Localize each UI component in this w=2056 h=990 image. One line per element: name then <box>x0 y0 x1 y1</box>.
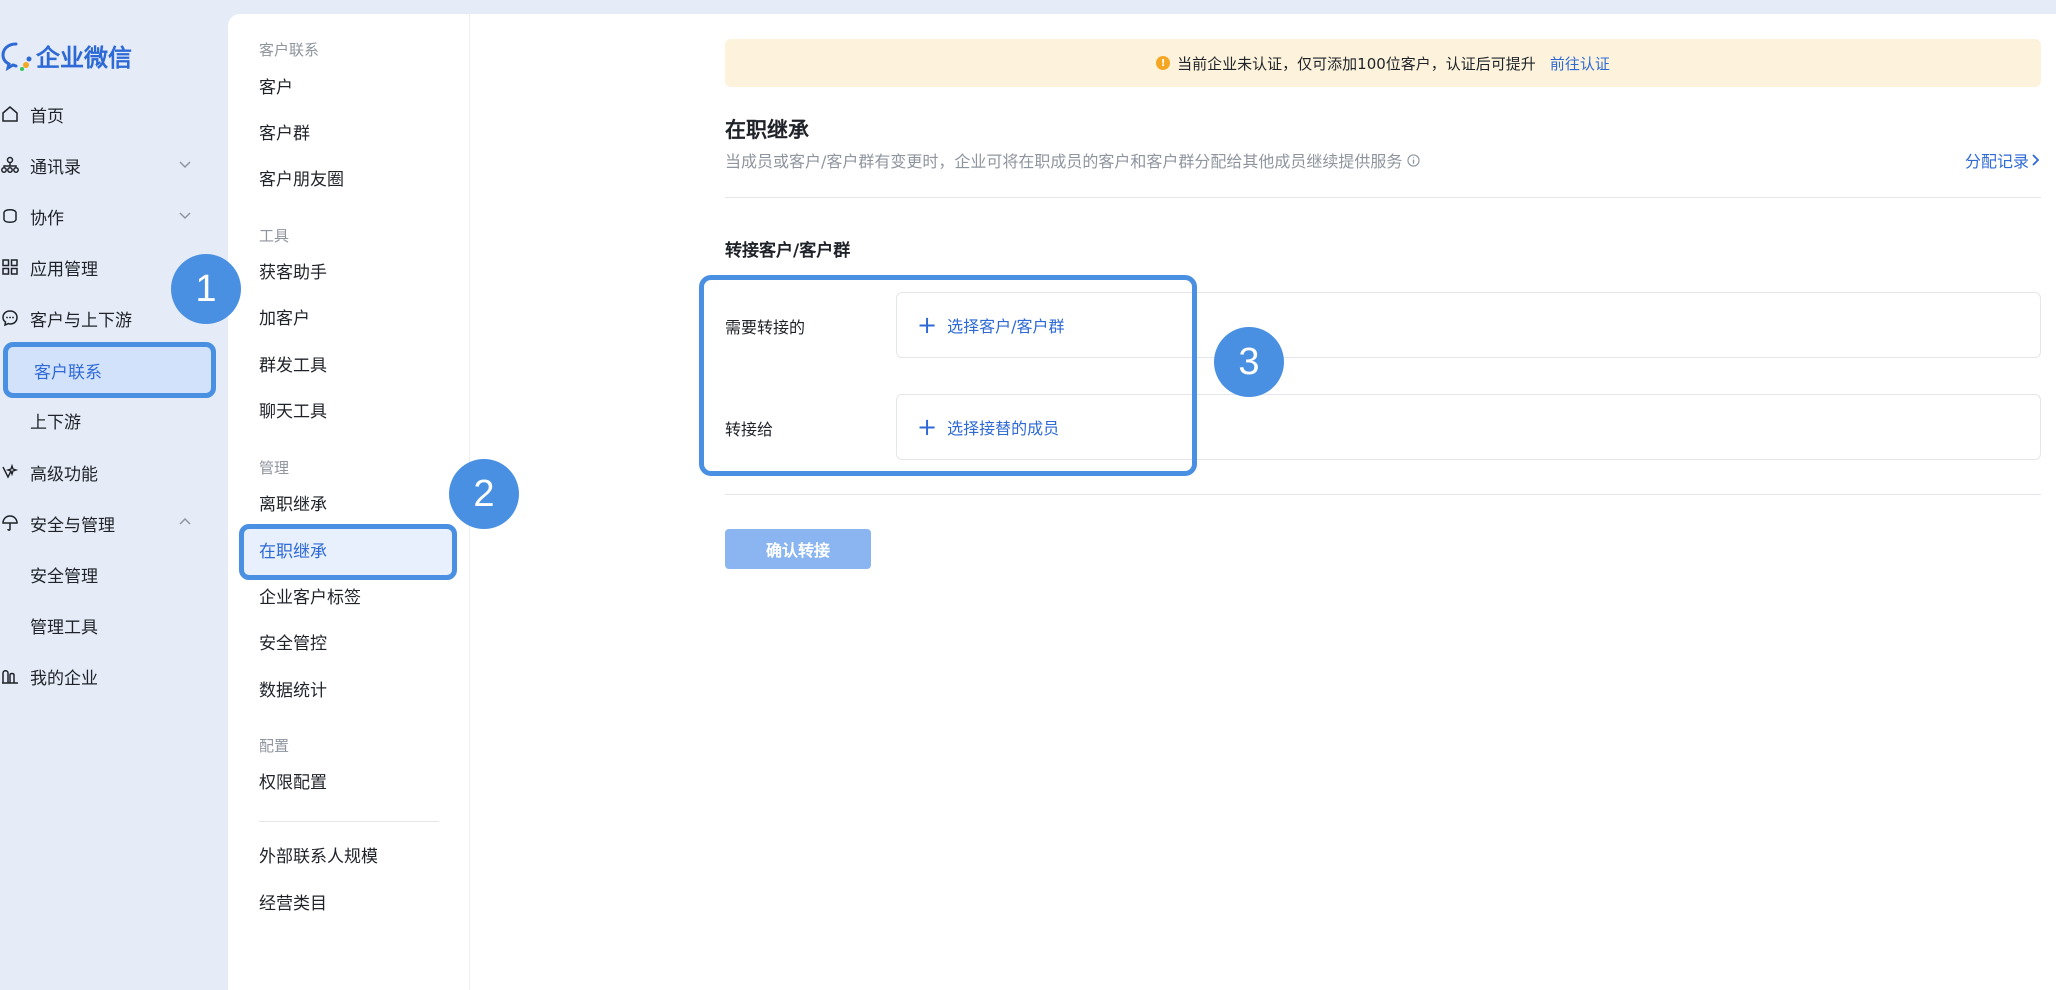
record-link-label: 分配记录 <box>1964 152 2029 171</box>
brand-name: 企业微信 <box>36 43 132 72</box>
sidebar-item-label: 安全与管理 <box>30 515 115 536</box>
subnav-item-tags[interactable]: 企业客户标签 <box>259 583 361 613</box>
page-title: 在职继承 <box>725 118 809 142</box>
verify-link[interactable]: 前往认证 <box>1550 53 1610 74</box>
sidebar-item-upstream[interactable]: 上下游 <box>0 399 210 441</box>
sidebar-item-admin-tools[interactable]: 管理工具 <box>0 604 210 646</box>
step-badge-3: 3 <box>1214 327 1284 397</box>
subnav-item-onjob-transfer[interactable]: 在职继承 <box>239 524 457 580</box>
notice-text: 当前企业未认证，仅可添加100位客户，认证后可提升 <box>1177 54 1536 73</box>
group-title: 配置 <box>259 737 290 755</box>
divider <box>259 821 439 822</box>
group-title: 工具 <box>259 227 290 245</box>
sidebar-item-label: 上下游 <box>30 412 81 433</box>
home-icon <box>0 104 20 124</box>
grid-icon <box>0 257 20 277</box>
wecom-logo-icon <box>1 42 32 72</box>
sidebar-item-collab[interactable]: 协作 <box>0 195 210 237</box>
subnav-item-acquisition[interactable]: 获客助手 <box>259 258 327 288</box>
subnav-item-security-control[interactable]: 安全管控 <box>259 629 327 659</box>
group-title: 管理 <box>259 459 290 477</box>
confirm-transfer-button[interactable]: 确认转接 <box>725 529 871 569</box>
page-description: 当成员或客户/客户群有变更时，企业可将在职成员的客户和客户群分配给其他成员继续提… <box>725 148 1421 172</box>
subnav-item-permissions[interactable]: 权限配置 <box>259 768 327 798</box>
description-text: 当成员或客户/客户群有变更时，企业可将在职成员的客户和客户群分配给其他成员继续提… <box>725 152 1403 171</box>
sidebar-item-customer-contact[interactable]: 客户联系 <box>3 342 216 398</box>
highlight-box <box>699 275 1197 476</box>
subnav-item-broadcast[interactable]: 群发工具 <box>259 351 327 381</box>
main-sidebar: 企业微信 首页 通讯录 协作 应用管理 客户与上下游 客户联系 上下游 高级功能… <box>0 0 228 990</box>
org-icon <box>0 155 20 175</box>
collab-icon <box>0 206 20 226</box>
main-content: ! 当前企业未认证，仅可添加100位客户，认证后可提升 前往认证 在职继承 当成… <box>470 14 2056 990</box>
sidebar-item-label: 首页 <box>30 106 64 127</box>
sidebar-item-label: 应用管理 <box>30 259 98 280</box>
group-title: 客户联系 <box>259 41 320 59</box>
sidebar-item-label: 高级功能 <box>30 464 98 485</box>
info-icon[interactable] <box>1407 153 1421 167</box>
sidebar-item-security-admin[interactable]: 安全与管理 <box>0 502 210 544</box>
sidebar-item-label: 管理工具 <box>30 617 98 638</box>
verification-notice: ! 当前企业未认证，仅可添加100位客户，认证后可提升 前往认证 <box>725 39 2041 87</box>
sidebar-item-contacts[interactable]: 通讯录 <box>0 144 210 186</box>
divider <box>725 494 2041 495</box>
sidebar-item-my-company[interactable]: 我的企业 <box>0 655 210 697</box>
umbrella-icon <box>0 513 20 533</box>
assignment-records-link[interactable]: 分配记录 <box>1965 148 2041 172</box>
sidebar-item-advanced[interactable]: 高级功能 <box>0 451 210 493</box>
sidebar-item-label: 通讯录 <box>30 157 81 178</box>
warning-icon: ! <box>1156 56 1171 70</box>
subnav-item-chat-tools[interactable]: 聊天工具 <box>259 397 327 427</box>
subnav-item-business-category[interactable]: 经营类目 <box>259 889 327 919</box>
divider <box>725 197 2041 198</box>
sidebar-item-label: 客户与上下游 <box>30 310 132 331</box>
section-title: 转接客户/客户群 <box>725 241 851 261</box>
sidebar-item-home[interactable]: 首页 <box>0 93 210 135</box>
chat-icon <box>0 308 20 328</box>
subnav-item-customer-groups[interactable]: 客户群 <box>259 119 310 149</box>
sidebar-item-label: 我的企业 <box>30 668 98 689</box>
chevron-right-icon <box>2032 154 2040 166</box>
chevron-down-icon <box>179 161 191 169</box>
subnav-item-external-scale[interactable]: 外部联系人规模 <box>259 842 378 872</box>
sidebar-item-label: 客户联系 <box>34 362 102 383</box>
sidebar-item-label: 协作 <box>30 208 64 229</box>
secondary-nav: 客户联系 客户 客户群 客户朋友圈 工具 获客助手 加客户 群发工具 聊天工具 … <box>228 14 470 990</box>
building-icon <box>0 666 20 686</box>
sidebar-item-security-mgmt[interactable]: 安全管理 <box>0 553 210 595</box>
sidebar-item-label: 安全管理 <box>30 566 98 587</box>
brand[interactable]: 企业微信 <box>0 38 132 72</box>
subnav-item-add-customer[interactable]: 加客户 <box>259 304 310 334</box>
chevron-down-icon <box>179 212 191 220</box>
star-icon <box>0 462 20 482</box>
step-badge-1: 1 <box>171 254 241 324</box>
subnav-item-customers[interactable]: 客户 <box>259 73 293 103</box>
subnav-item-moments[interactable]: 客户朋友圈 <box>259 165 344 195</box>
step-badge-2: 2 <box>449 459 519 529</box>
chevron-up-icon <box>179 517 191 525</box>
subnav-item-statistics[interactable]: 数据统计 <box>259 676 327 706</box>
subnav-item-resigned-transfer[interactable]: 离职继承 <box>259 490 327 520</box>
